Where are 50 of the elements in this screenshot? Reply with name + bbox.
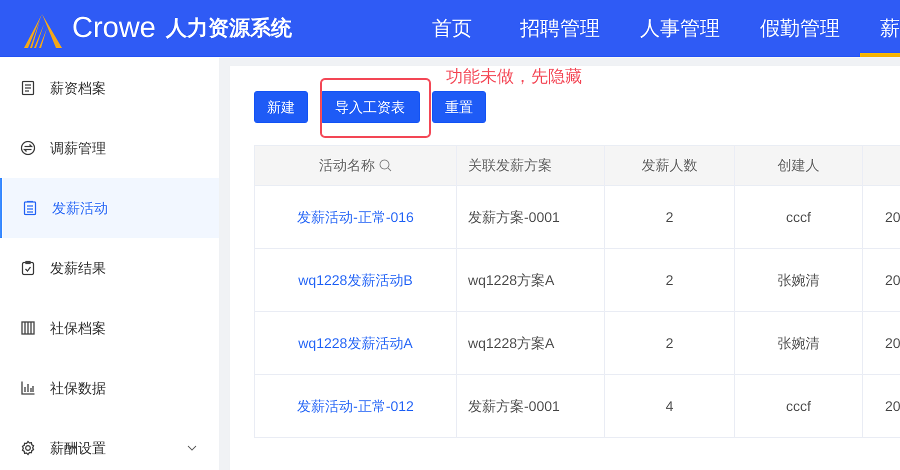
table-cell: 2 (605, 186, 735, 249)
table-cell: 张婉清 (735, 249, 863, 312)
list-icon (22, 200, 38, 216)
table-cell: 20 (863, 249, 900, 312)
sidebar-item[interactable]: 薪酬设置 (0, 418, 219, 470)
activity-link[interactable]: 发薪活动-正常-012 (255, 375, 457, 438)
action-button[interactable]: 重置 (432, 91, 486, 123)
sidebar-item[interactable]: 发薪活动 (0, 178, 219, 238)
header-label: 创建人 (778, 156, 820, 175)
nav-tab[interactable]: 首页 (416, 0, 500, 57)
header-label: 关联发薪方案 (468, 156, 552, 175)
settings-icon (20, 440, 36, 456)
header-label: 发薪人数 (642, 156, 698, 175)
table-cell: cccf (735, 186, 863, 249)
sidebar-item[interactable]: 发薪结果 (0, 238, 219, 298)
sidebar-item[interactable]: 社保数据 (0, 358, 219, 418)
sidebar-item[interactable]: 社保档案 (0, 298, 219, 358)
sidebar-item[interactable]: 薪资档案 (0, 58, 219, 118)
bar-chart-icon (20, 380, 36, 396)
nav-tab[interactable]: 人事管理 (620, 0, 740, 57)
table-cell: 发薪方案-0001 (457, 375, 605, 438)
document-icon (20, 80, 36, 96)
table-cell: 张婉清 (735, 312, 863, 375)
activity-link[interactable]: wq1228发薪活动B (255, 249, 457, 312)
clipboard-check-icon (20, 260, 36, 276)
action-button[interactable]: 导入工资表 (320, 91, 420, 123)
sidebar-item[interactable]: 调薪管理 (0, 118, 219, 178)
exchange-icon (20, 140, 36, 156)
table-cell: 2 (605, 249, 735, 312)
table-cell: cccf (735, 375, 863, 438)
nav-tab[interactable]: 薪 (860, 0, 900, 57)
table-cell: 2 (605, 312, 735, 375)
table-cell: 20 (863, 375, 900, 438)
table-cell: wq1228方案A (457, 249, 605, 312)
activity-link[interactable]: 发薪活动-正常-016 (255, 186, 457, 249)
table-cell: 20 (863, 312, 900, 375)
table-cell: 发薪方案-0001 (457, 186, 605, 249)
search-icon[interactable] (379, 159, 392, 172)
header-label: 活动名称 (319, 156, 375, 175)
columns-icon (20, 320, 36, 336)
nav-tab[interactable]: 假勤管理 (740, 0, 860, 57)
table-cell: 20 (863, 186, 900, 249)
activity-link[interactable]: wq1228发薪活动A (255, 312, 457, 375)
table-cell: 4 (605, 375, 735, 438)
annotation-text: 功能未做，先隐藏 (446, 66, 582, 88)
action-button[interactable]: 新建 (254, 91, 308, 123)
nav-tab[interactable]: 招聘管理 (500, 0, 620, 57)
system-title: 人力资源系统 (166, 16, 292, 42)
table-cell: wq1228方案A (457, 312, 605, 375)
logo-text: Crowe (72, 10, 156, 46)
